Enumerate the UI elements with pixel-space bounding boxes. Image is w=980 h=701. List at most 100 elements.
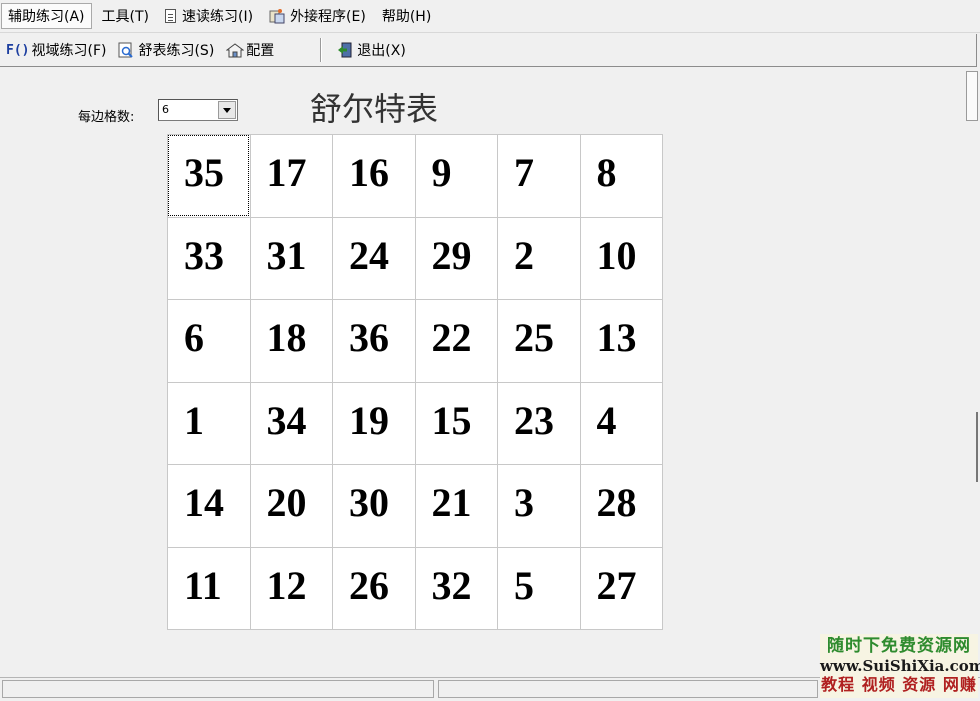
- chevron-down-icon[interactable]: [218, 101, 236, 119]
- grid-cell[interactable]: 3: [497, 464, 580, 547]
- exit-button[interactable]: 退出(X): [331, 37, 412, 63]
- watermark-line3: 教程 视频 资源 网赚: [821, 675, 977, 694]
- exit-label: 退出(X): [357, 43, 406, 59]
- grid-cell[interactable]: 16: [332, 134, 415, 217]
- grid-cell-number: 12: [266, 562, 307, 608]
- vertical-scrollbar[interactable]: [965, 67, 980, 677]
- grid-cell-number: 5: [514, 562, 534, 608]
- grid-cell-number: 13: [596, 315, 637, 360]
- grid-cell-number: 24: [349, 232, 389, 278]
- scrollbar-marker: [976, 412, 978, 482]
- grid-cell[interactable]: 25: [497, 299, 580, 382]
- status-pane-left: [2, 680, 434, 698]
- grid-cell[interactable]: 36: [332, 299, 415, 382]
- grid-cell-number: 11: [184, 562, 222, 608]
- grid-cell-number: 6: [184, 315, 204, 360]
- schulte-grid: 35 17 16 9 7 8 33 31 24 29 2 10 6 18 36 22 25 13 1 34 19 15 23…: [167, 134, 663, 630]
- field-practice-button[interactable]: F() 视域练习(F): [0, 37, 112, 63]
- toolbar: F() 视域练习(F) 舒表练习(S) 配置 退出(X): [0, 34, 977, 67]
- grid-cell[interactable]: 35: [167, 134, 250, 217]
- grid-cell[interactable]: 34: [249, 381, 332, 464]
- config-icon: [225, 42, 245, 58]
- grid-cell[interactable]: 5: [497, 546, 580, 629]
- grid-cell[interactable]: 29: [414, 216, 497, 299]
- grid-cell[interactable]: 2: [497, 216, 580, 299]
- cells-per-side-value: 6: [162, 103, 169, 116]
- grid-cell[interactable]: 10: [579, 216, 662, 299]
- grid-cell-number: 20: [266, 480, 307, 525]
- grid-cell-number: 18: [266, 315, 307, 360]
- grid-cell[interactable]: 33: [167, 216, 250, 299]
- grid-cell[interactable]: 13: [579, 299, 662, 382]
- grid-cell-number: 22: [431, 315, 472, 360]
- grid-cell[interactable]: 14: [167, 464, 250, 547]
- grid-cell[interactable]: 17: [249, 134, 332, 217]
- grid-cell-number: 8: [596, 150, 617, 195]
- grid-cell-number: 9: [431, 150, 452, 195]
- schulte-practice-label: 舒表练习(S): [138, 43, 215, 59]
- grid-cell-number: 28: [596, 480, 637, 525]
- grid-cell[interactable]: 12: [249, 546, 332, 629]
- grid-cell-number: 7: [514, 150, 534, 195]
- config-label: 配置: [246, 43, 275, 59]
- grid-cell-number: 2: [514, 232, 534, 278]
- grid-cell[interactable]: 31: [249, 216, 332, 299]
- toolbar-separator: [320, 38, 322, 62]
- grid-cell[interactable]: 21: [414, 464, 497, 547]
- menu-help[interactable]: 帮助(H): [376, 3, 437, 29]
- grid-cell-number: 19: [349, 397, 389, 443]
- watermark: 随时下免费资源网 www.SuiShiXia.com 教程 视频 资源 网赚: [820, 634, 980, 698]
- grid-cell-number: 35: [184, 150, 224, 195]
- menu-tools[interactable]: 工具(T): [96, 3, 155, 29]
- config-button[interactable]: 配置: [220, 37, 280, 63]
- menu-speed-reading[interactable]: 速读练习(I): [159, 3, 259, 29]
- grid-cell[interactable]: 26: [332, 546, 415, 629]
- grid-cell[interactable]: 27: [579, 546, 662, 629]
- grid-cell-number: 16: [349, 150, 389, 195]
- grid-cell-number: 21: [431, 480, 472, 525]
- scrollbar-thumb[interactable]: [966, 71, 978, 121]
- grid-cell-number: 36: [349, 315, 389, 360]
- grid-cell-number: 32: [431, 562, 472, 608]
- grid-cell-number: 29: [431, 232, 472, 278]
- grid-cell[interactable]: 18: [249, 299, 332, 382]
- menu-tools-label: 工具(T): [101, 9, 149, 25]
- cells-per-side-select[interactable]: 6: [158, 99, 238, 121]
- grid-cell[interactable]: 4: [579, 381, 662, 464]
- grid-cell-number: 3: [514, 480, 534, 525]
- grid-cell-number: 30: [349, 480, 389, 525]
- grid-cell-number: 1: [184, 397, 204, 443]
- grid-cell[interactable]: 30: [332, 464, 415, 547]
- grid-cell-number: 33: [184, 232, 224, 278]
- grid-cell[interactable]: 8: [579, 134, 662, 217]
- magnifier-doc-icon: [118, 42, 134, 58]
- grid-cell[interactable]: 24: [332, 216, 415, 299]
- menu-plugins[interactable]: 外接程序(E): [263, 3, 372, 29]
- grid-cell[interactable]: 22: [414, 299, 497, 382]
- grid-cell-number: 34: [266, 397, 307, 443]
- menu-bar: 辅助练习(A) 工具(T) 速读练习(I) 外接程序(E) 帮助(H): [0, 0, 980, 33]
- grid-cell-number: 10: [596, 232, 637, 278]
- grid-cell[interactable]: 9: [414, 134, 497, 217]
- schulte-practice-button[interactable]: 舒表练习(S): [112, 37, 220, 63]
- grid-cell[interactable]: 19: [332, 381, 415, 464]
- menu-speed-reading-label: 速读练习(I): [182, 9, 254, 25]
- menu-assist-practice[interactable]: 辅助练习(A): [1, 3, 92, 29]
- document-icon: [165, 9, 176, 23]
- grid-cell-number: 14: [184, 480, 224, 525]
- grid-cell[interactable]: 32: [414, 546, 497, 629]
- grid-cell-number: 25: [514, 315, 554, 360]
- cells-per-side-label: 每边格数:: [78, 110, 135, 125]
- grid-cell[interactable]: 20: [249, 464, 332, 547]
- field-practice-label: 视域练习(F): [31, 43, 107, 59]
- menu-plugins-label: 外接程序(E): [290, 9, 366, 25]
- grid-cell[interactable]: 1: [167, 381, 250, 464]
- grid-cell[interactable]: 15: [414, 381, 497, 464]
- watermark-line1: 随时下免费资源网: [827, 636, 971, 656]
- grid-cell[interactable]: 28: [579, 464, 662, 547]
- grid-cell[interactable]: 6: [167, 299, 250, 382]
- grid-cell-number: 23: [514, 397, 554, 443]
- grid-cell[interactable]: 11: [167, 546, 250, 629]
- grid-cell[interactable]: 7: [497, 134, 580, 217]
- grid-cell[interactable]: 23: [497, 381, 580, 464]
